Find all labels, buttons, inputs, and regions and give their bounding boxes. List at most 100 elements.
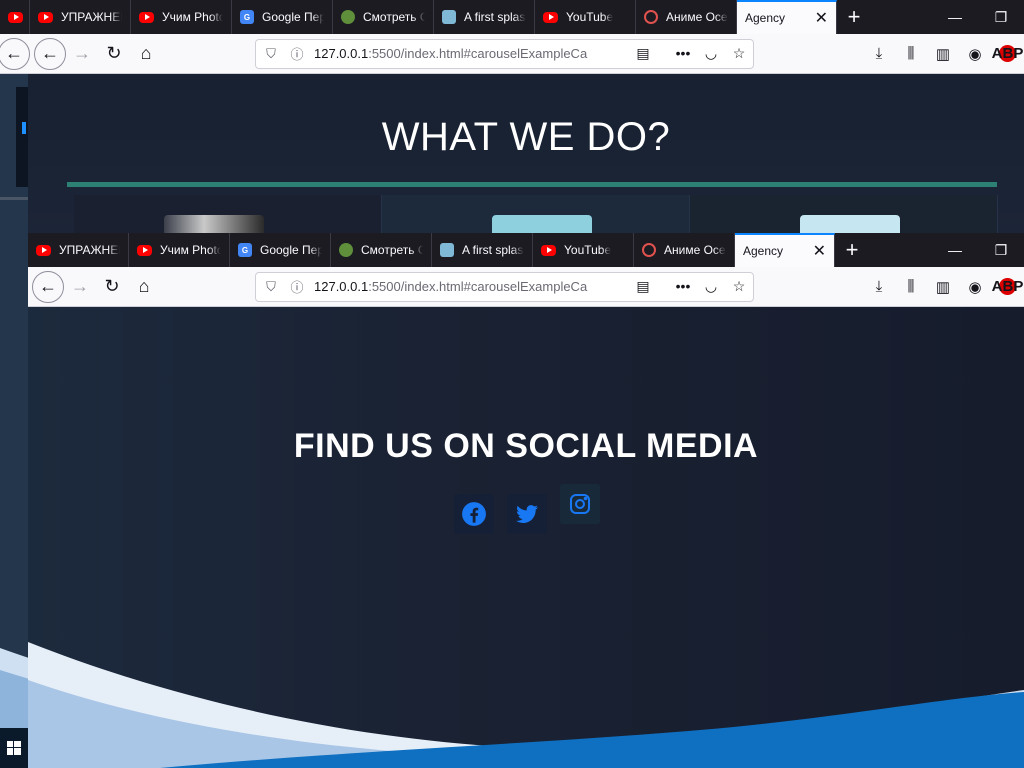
tab-anime[interactable]: Аниме Осень	[634, 233, 735, 267]
tab-anime[interactable]: Аниме Осень	[636, 0, 737, 34]
service-image	[164, 215, 264, 235]
service-card[interactable]	[382, 195, 690, 235]
tab-label: Google Переводчик	[262, 10, 324, 24]
twitter-link[interactable]	[507, 494, 547, 534]
home-button[interactable]: ⌂	[130, 38, 162, 70]
close-tab-icon[interactable]: ✕	[813, 241, 826, 261]
account-icon[interactable]: ◉	[959, 45, 991, 63]
section-what-we-do: WHAT WE DO?	[28, 74, 1024, 235]
forward-button[interactable]: →	[66, 38, 98, 70]
footer-waves	[0, 642, 1024, 768]
tab-first-splash[interactable]: A first splash	[434, 0, 535, 34]
tab-youtube[interactable]: YouTube	[533, 233, 634, 267]
tab-label: Учим Photoshop	[160, 243, 221, 257]
sidebar-icon[interactable]: ▥	[927, 278, 959, 296]
service-card[interactable]	[74, 195, 382, 235]
url-actions: ▤ ••• ◡ ☆	[629, 45, 753, 62]
reload-button[interactable]: ↻	[96, 271, 128, 303]
new-tab-button[interactable]: +	[837, 0, 871, 34]
home-button[interactable]: ⌂	[128, 271, 160, 303]
pocket-icon[interactable]: ◡	[697, 278, 725, 295]
restore-icon[interactable]: ❐	[978, 0, 1024, 34]
tab-label: УПРАЖНЕНИЯ	[59, 243, 120, 257]
library-icon[interactable]: ⫼	[895, 278, 927, 295]
tab-label: A first splash	[464, 10, 526, 24]
tab-label: Смотреть Смешарики	[363, 10, 425, 24]
tab-photoshop[interactable]: Учим Photoshop	[131, 0, 232, 34]
divider	[67, 182, 997, 187]
tab-smeshariki[interactable]: Смотреть Смешарики	[331, 233, 432, 267]
forward-button[interactable]: →	[64, 271, 96, 303]
adblock-icon[interactable]: ABP	[992, 278, 1023, 295]
account-icon[interactable]: ◉	[959, 278, 991, 296]
info-icon[interactable]: ⓘ	[286, 44, 308, 63]
tab-pinned[interactable]	[0, 0, 30, 34]
reader-view-icon[interactable]: ▤	[629, 278, 657, 295]
minimize-icon[interactable]: —	[932, 233, 978, 267]
tab-label: Аниме Осень	[666, 10, 728, 24]
info-icon[interactable]: ⓘ	[286, 277, 308, 296]
bookmark-star-icon[interactable]: ☆	[725, 45, 753, 62]
url-bar[interactable]: ⛉ ⓘ 127.0.0.1:5500/index.html#carouselEx…	[255, 271, 754, 302]
tab-agency[interactable]: Agency ✕	[735, 233, 835, 267]
back-button[interactable]: ←	[34, 37, 66, 70]
restore-icon[interactable]: ❐	[978, 233, 1024, 267]
tab-label: УПРАЖНЕНИЯ	[61, 10, 122, 24]
more-icon[interactable]: •••	[669, 278, 697, 295]
instagram-link[interactable]	[560, 484, 600, 524]
service-image	[492, 215, 592, 235]
tab-first-splash[interactable]: A first splash	[432, 233, 533, 267]
tab-label: Agency	[743, 244, 784, 258]
reload-button[interactable]: ↻	[98, 38, 130, 70]
sidebar-icon[interactable]: ▥	[927, 45, 959, 63]
tab-smeshariki[interactable]: Смотреть Смешарики	[333, 0, 434, 34]
url-host: 127.0.0.1	[314, 279, 369, 294]
youtube-icon	[541, 244, 556, 256]
back-button[interactable]: ←	[32, 270, 64, 303]
tab-youtube[interactable]: YouTube	[535, 0, 636, 34]
facebook-link[interactable]	[454, 494, 494, 534]
smeshariki-icon	[339, 243, 353, 257]
new-tab-button[interactable]: +	[835, 233, 869, 267]
google-translate-icon: G	[238, 243, 252, 257]
mdn-icon	[442, 10, 456, 24]
url-host: 127.0.0.1	[314, 46, 369, 61]
windows-start-icon[interactable]	[0, 728, 28, 768]
pocket-icon[interactable]: ◡	[697, 45, 725, 62]
social-links	[454, 484, 600, 534]
service-cards	[74, 195, 998, 235]
instagram-icon	[570, 494, 590, 514]
bookmark-star-icon[interactable]: ☆	[725, 278, 753, 295]
smeshariki-icon	[341, 10, 355, 24]
minimize-icon[interactable]: —	[932, 0, 978, 34]
tab-photoshop[interactable]: Учим Photoshop	[129, 233, 230, 267]
tab-label: Смотреть Смешарики	[361, 243, 423, 257]
tab-google-translate[interactable]: G Google Переводчик	[230, 233, 331, 267]
back-button-outer[interactable]: ←	[0, 37, 30, 70]
download-icon[interactable]: ⤓	[863, 278, 895, 295]
library-icon[interactable]: ⫼	[895, 45, 927, 62]
close-tab-icon[interactable]: ✕	[815, 8, 828, 28]
url-text[interactable]: 127.0.0.1:5500/index.html#carouselExampl…	[314, 46, 604, 61]
shield-icon[interactable]: ⛉	[260, 279, 282, 295]
url-text[interactable]: 127.0.0.1:5500/index.html#carouselExampl…	[314, 279, 604, 294]
download-icon[interactable]: ⤓	[863, 45, 895, 62]
adblock-icon[interactable]: ABP	[992, 45, 1023, 62]
window-controls: — ❐	[932, 0, 1024, 34]
window-controls: — ❐	[932, 233, 1024, 267]
tab-google-translate[interactable]: G Google Переводчик	[232, 0, 333, 34]
url-actions: ▤ ••• ◡ ☆	[629, 278, 753, 295]
facebook-icon	[462, 502, 486, 526]
tab-upr[interactable]: УПРАЖНЕНИЯ	[28, 233, 129, 267]
tab-agency[interactable]: Agency ✕	[737, 0, 837, 34]
url-bar[interactable]: ⛉ ⓘ 127.0.0.1:5500/index.html#carouselEx…	[255, 38, 754, 69]
tab-upr[interactable]: УПРАЖНЕНИЯ	[30, 0, 131, 34]
reader-view-icon[interactable]: ▤	[629, 45, 657, 62]
more-icon[interactable]: •••	[669, 45, 697, 62]
tab-label: Аниме Осень	[664, 243, 726, 257]
background-window-accent	[22, 122, 26, 134]
service-card[interactable]	[690, 195, 998, 235]
shield-icon[interactable]: ⛉	[260, 46, 282, 62]
mdn-icon	[440, 243, 454, 257]
youtube-icon	[137, 244, 152, 256]
